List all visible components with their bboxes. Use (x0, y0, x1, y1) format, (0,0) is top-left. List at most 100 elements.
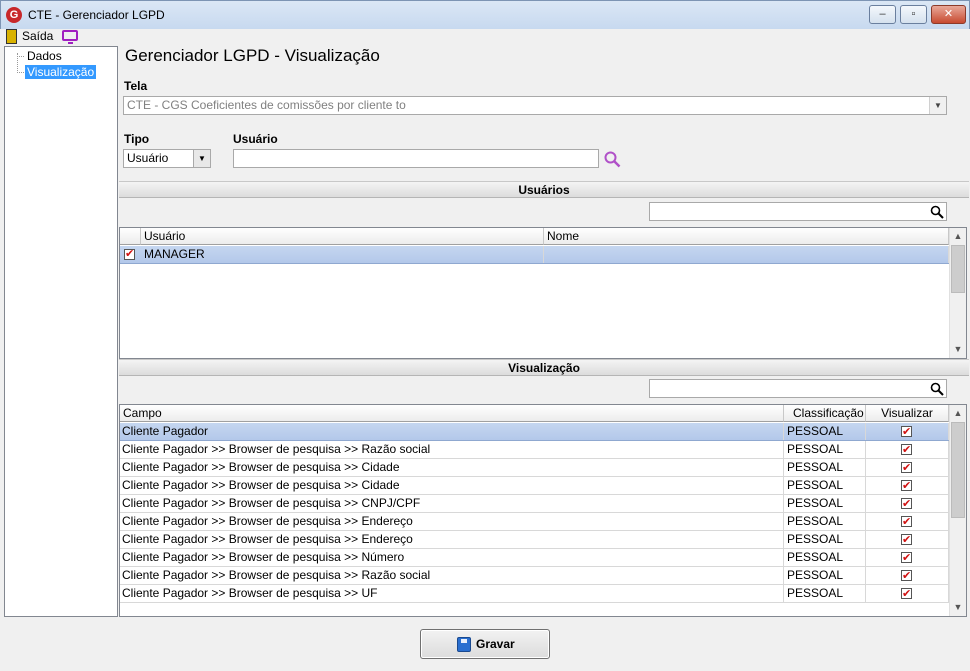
search-icon[interactable] (604, 151, 621, 168)
gravar-button[interactable]: Gravar (420, 629, 550, 659)
tela-select[interactable]: CTE - CGS Coeficientes de comissões por … (123, 96, 947, 115)
menu-exit[interactable]: Saída (22, 29, 53, 43)
grid-header-usuario[interactable]: Usuário (141, 228, 544, 245)
cell-campo: Cliente Pagador >> Browser de pesquisa >… (120, 441, 784, 458)
visualizacao-scrollbar[interactable]: ▲ ▼ (949, 405, 966, 616)
table-row[interactable]: MANAGER (120, 246, 949, 264)
usuario-label: Usuário (233, 132, 278, 146)
cell-classificacao: PESSOAL (784, 441, 866, 458)
scroll-down-icon[interactable]: ▼ (950, 599, 966, 616)
cell-classificacao: PESSOAL (784, 549, 866, 566)
menubar: Saída (0, 29, 970, 45)
scroll-up-icon[interactable]: ▲ (950, 228, 966, 245)
visualizacao-grid: Campo Classificação Visualizar Cliente P… (119, 404, 967, 617)
visualizar-checkbox[interactable] (901, 478, 912, 494)
search-icon[interactable] (930, 382, 944, 396)
visualizar-checkbox[interactable] (901, 496, 912, 512)
visualizar-checkbox[interactable] (901, 550, 912, 566)
monitor-icon[interactable] (62, 30, 78, 44)
scroll-thumb[interactable] (951, 422, 965, 518)
cell-campo: Cliente Pagador >> Browser de pesquisa >… (120, 459, 784, 476)
page-title: Gerenciador LGPD - Visualização (125, 46, 380, 65)
tela-select-value: CTE - CGS Coeficientes de comissões por … (127, 98, 406, 112)
tipo-label: Tipo (124, 132, 150, 146)
cell-classificacao: PESSOAL (784, 459, 866, 476)
cell-campo: Cliente Pagador >> Browser de pesquisa >… (120, 513, 784, 530)
grid-header-classificacao[interactable]: Classificação (784, 405, 866, 422)
cell-classificacao: PESSOAL (784, 513, 866, 530)
exit-door-icon[interactable] (6, 29, 17, 44)
cell-visualizar (866, 459, 949, 476)
cell-campo: Cliente Pagador >> Browser de pesquisa >… (120, 477, 784, 494)
cell-classificacao: PESSOAL (784, 531, 866, 548)
visualizar-checkbox[interactable] (901, 460, 912, 476)
table-row[interactable]: Cliente Pagador >> Browser de pesquisa >… (120, 531, 949, 549)
cell-campo: Cliente Pagador >> Browser de pesquisa >… (120, 549, 784, 566)
cell-visualizar (866, 513, 949, 530)
cell-usuario: MANAGER (141, 246, 544, 263)
close-button[interactable]: ✕ (931, 5, 966, 24)
usuarios-grid: Usuário Nome MANAGER ▲ ▼ (119, 227, 967, 359)
minimize-button[interactable]: – (869, 5, 896, 24)
grid-header-check (120, 228, 141, 245)
cell-campo: Cliente Pagador >> Browser de pesquisa >… (120, 531, 784, 548)
cell-campo: Cliente Pagador >> Browser de pesquisa >… (120, 585, 784, 602)
table-row[interactable]: Cliente Pagador PESSOAL (120, 423, 949, 441)
tree-connector (17, 72, 24, 73)
table-row[interactable]: Cliente Pagador >> Browser de pesquisa >… (120, 459, 949, 477)
cell-campo: Cliente Pagador (120, 423, 784, 440)
visualizar-checkbox[interactable] (901, 532, 912, 548)
usuarios-scrollbar[interactable]: ▲ ▼ (949, 228, 966, 358)
usuarios-search-input[interactable] (649, 202, 947, 221)
tree-item-dados[interactable]: Dados (25, 49, 64, 63)
cell-visualizar (866, 441, 949, 458)
scroll-thumb[interactable] (951, 245, 965, 293)
cell-visualizar (866, 495, 949, 512)
table-row[interactable]: Cliente Pagador >> Browser de pesquisa >… (120, 477, 949, 495)
usuarios-section-header: Usuários (119, 181, 969, 198)
cell-classificacao: PESSOAL (784, 567, 866, 584)
grid-header-visualizar[interactable]: Visualizar (866, 405, 949, 422)
maximize-button[interactable]: ▫ (900, 5, 927, 24)
cell-classificacao: PESSOAL (784, 423, 866, 440)
window-title: CTE - Gerenciador LGPD (28, 8, 165, 22)
grid-header-nome[interactable]: Nome (544, 228, 949, 245)
visualizar-checkbox[interactable] (901, 568, 912, 584)
scroll-up-icon[interactable]: ▲ (950, 405, 966, 422)
cell-campo: Cliente Pagador >> Browser de pesquisa >… (120, 495, 784, 512)
cell-visualizar (866, 567, 949, 584)
cell-visualizar (866, 531, 949, 548)
table-row[interactable]: Cliente Pagador >> Browser de pesquisa >… (120, 585, 949, 603)
table-row[interactable]: Cliente Pagador >> Browser de pesquisa >… (120, 441, 949, 459)
search-icon[interactable] (930, 205, 944, 219)
navigation-tree: Dados Visualização (4, 46, 118, 617)
table-row[interactable]: Cliente Pagador >> Browser de pesquisa >… (120, 513, 949, 531)
tela-label: Tela (124, 79, 148, 93)
cell-visualizar (866, 477, 949, 494)
app-logo-icon: G (6, 7, 22, 23)
visualizar-checkbox[interactable] (901, 514, 912, 530)
cell-classificacao: PESSOAL (784, 585, 866, 602)
cell-visualizar (866, 585, 949, 602)
grid-header-campo[interactable]: Campo (120, 405, 784, 422)
visualizar-checkbox[interactable] (901, 442, 912, 458)
visualizacao-section-header: Visualização (119, 359, 969, 376)
visualizar-checkbox[interactable] (901, 424, 912, 440)
visualizacao-search-input[interactable] (649, 379, 947, 398)
tipo-select-value: Usuário (127, 151, 169, 165)
tree-connector (17, 56, 24, 57)
visualizar-checkbox[interactable] (901, 586, 912, 602)
cell-classificacao: PESSOAL (784, 477, 866, 494)
usuario-input[interactable] (233, 149, 599, 168)
table-row[interactable]: Cliente Pagador >> Browser de pesquisa >… (120, 549, 949, 567)
cell-classificacao: PESSOAL (784, 495, 866, 512)
row-checkbox[interactable] (124, 247, 135, 260)
gravar-label: Gravar (476, 637, 515, 651)
chevron-down-icon: ▼ (193, 150, 210, 167)
tipo-select[interactable]: Usuário ▼ (123, 149, 211, 168)
table-row[interactable]: Cliente Pagador >> Browser de pesquisa >… (120, 567, 949, 585)
cell-visualizar (866, 549, 949, 566)
table-row[interactable]: Cliente Pagador >> Browser de pesquisa >… (120, 495, 949, 513)
scroll-down-icon[interactable]: ▼ (950, 341, 966, 358)
tree-item-visualizacao[interactable]: Visualização (25, 65, 97, 79)
